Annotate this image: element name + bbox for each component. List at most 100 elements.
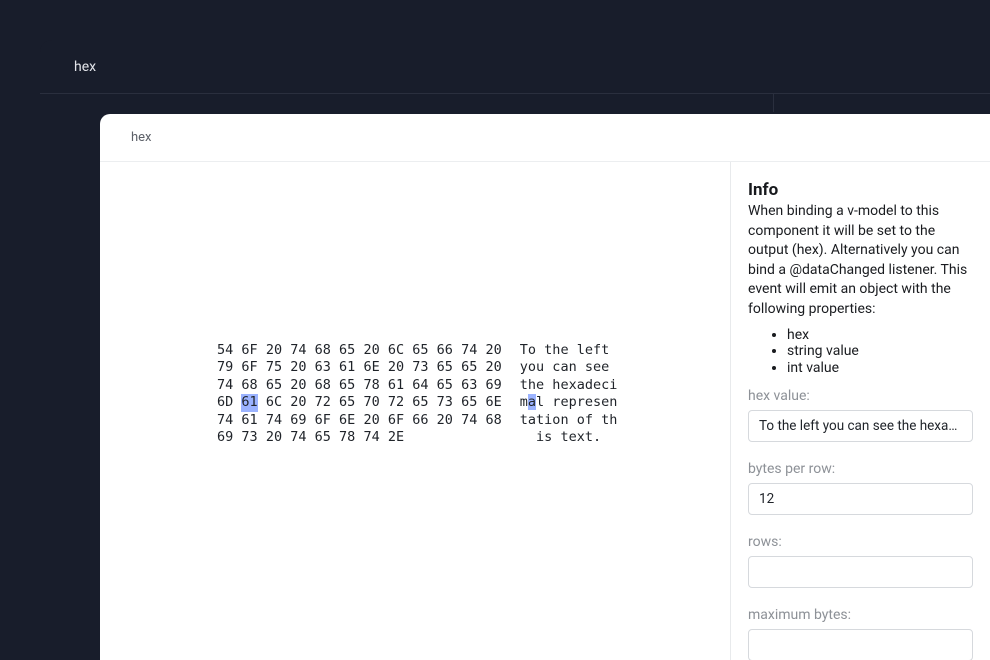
hex-byte[interactable]: 6F [388,412,404,429]
hex-byte[interactable]: 78 [339,429,355,446]
hex-byte[interactable]: 72 [315,394,331,411]
hex-byte[interactable]: 74 [363,429,379,446]
hex-byte[interactable]: 65 [437,359,453,376]
hex-byte[interactable]: 20 [290,359,306,376]
hex-byte[interactable]: 73 [437,394,453,411]
hex-byte[interactable]: 69 [485,377,501,394]
ascii-char[interactable] [536,342,544,358]
hex-byte[interactable]: 6F [241,342,257,359]
ascii-char[interactable]: t [520,377,528,393]
hex-byte[interactable]: 78 [363,377,379,394]
ascii-char[interactable]: y [520,359,528,375]
ascii-char[interactable]: o [577,412,585,428]
hex-byte[interactable]: 69 [217,429,233,446]
hex-byte[interactable]: 65 [412,342,428,359]
hex-byte[interactable]: 61 [241,412,257,429]
hex-byte[interactable]: 74 [217,377,233,394]
hex-byte[interactable]: 65 [412,394,428,411]
hex-byte[interactable]: 20 [266,342,282,359]
hex-byte[interactable]: 72 [388,394,404,411]
hex-byte[interactable]: 6D [217,394,233,411]
hex-byte[interactable]: 20 [290,377,306,394]
hex-byte[interactable]: 61 [241,394,257,411]
hex-byte[interactable]: 73 [412,359,428,376]
hex-byte[interactable]: 68 [241,377,257,394]
ascii-char[interactable]: r [577,394,585,410]
hex-byte[interactable]: 65 [266,377,282,394]
ascii-char[interactable]: p [569,394,577,410]
hex-byte[interactable]: 74 [217,412,233,429]
ascii-char[interactable]: e [536,377,544,393]
hex-byte[interactable]: 63 [461,377,477,394]
ascii-char[interactable]: o [528,342,536,358]
hex-byte[interactable]: 6C [266,394,282,411]
hex-byte[interactable]: 74 [266,412,282,429]
hex-byte[interactable]: 66 [412,412,428,429]
ascii-char[interactable]: n [569,359,577,375]
hex-byte[interactable]: 70 [363,394,379,411]
hex-byte[interactable]: 65 [461,394,477,411]
ascii-char[interactable]: l [536,394,544,410]
ascii-char[interactable]: . [593,429,601,445]
ascii-char[interactable] [609,342,617,358]
ascii-char[interactable]: e [569,429,577,445]
hex-byte[interactable]: 74 [461,342,477,359]
ascii-char[interactable]: n [560,412,568,428]
hex-byte[interactable]: 69 [290,412,306,429]
hex-byte[interactable]: 65 [339,342,355,359]
ascii-char[interactable]: e [560,342,568,358]
hex-byte[interactable]: 61 [339,359,355,376]
ascii-char[interactable]: a [528,412,536,428]
hex-byte[interactable]: 75 [266,359,282,376]
hex-byte[interactable]: 65 [315,429,331,446]
hex-byte[interactable]: 74 [290,429,306,446]
ascii-char[interactable]: h [528,377,536,393]
ascii-char[interactable]: e [593,359,601,375]
ascii-char[interactable] [577,359,585,375]
hex-byte[interactable]: 54 [217,342,233,359]
hex-byte[interactable]: 20 [388,359,404,376]
hex-byte[interactable]: 65 [437,377,453,394]
hex-byte[interactable]: 63 [315,359,331,376]
hex-byte[interactable]: 65 [339,377,355,394]
ascii-char[interactable]: t [536,412,544,428]
ascii-char[interactable] [609,359,617,375]
ascii-char[interactable]: o [528,359,536,375]
ascii-char[interactable]: t [560,429,568,445]
hex-byte[interactable]: 68 [485,412,501,429]
ascii-char[interactable]: i [536,429,544,445]
ascii-char[interactable]: e [585,394,593,410]
ascii-char[interactable]: n [609,394,617,410]
ascii-char[interactable]: f [593,342,601,358]
hex-byte[interactable]: 68 [315,377,331,394]
hex-byte[interactable]: 20 [485,359,501,376]
ascii-char[interactable] [569,412,577,428]
ascii-char[interactable]: e [560,394,568,410]
ascii-char[interactable]: x [569,377,577,393]
ascii-char[interactable] [593,412,601,428]
hex-byte[interactable]: 74 [461,412,477,429]
ascii-char[interactable]: f [585,412,593,428]
hex-byte[interactable]: 6E [485,394,501,411]
ascii-char[interactable]: s [585,359,593,375]
hex-byte[interactable]: 20 [437,412,453,429]
rows-input[interactable] [748,556,973,588]
hex-byte[interactable]: 79 [217,359,233,376]
ascii-char[interactable]: u [536,359,544,375]
ascii-char[interactable] [569,342,577,358]
hex-byte[interactable]: 6F [315,412,331,429]
ascii-char[interactable]: t [585,429,593,445]
ascii-char[interactable]: a [528,394,536,410]
hex-byte[interactable]: 61 [388,377,404,394]
hex-byte[interactable]: 73 [241,429,257,446]
hex-value-input[interactable] [748,410,973,442]
ascii-char[interactable]: T [520,342,528,358]
hex-byte[interactable]: 6C [388,342,404,359]
hex-byte[interactable]: 65 [339,394,355,411]
ascii-char[interactable]: e [593,377,601,393]
hex-byte[interactable]: 20 [363,342,379,359]
ascii-char[interactable]: t [520,412,528,428]
hex-byte[interactable]: 20 [363,412,379,429]
hex-byte[interactable]: 6E [363,359,379,376]
hex-byte[interactable]: 68 [315,342,331,359]
